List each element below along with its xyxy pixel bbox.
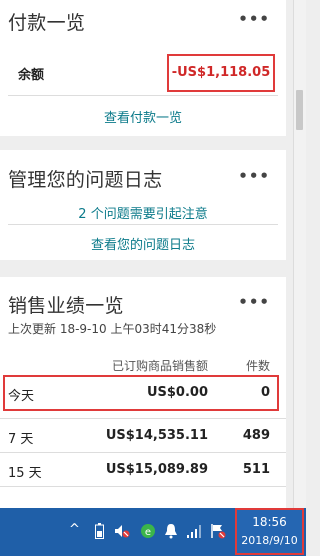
sales-title: 销售业绩一览 — [8, 295, 124, 317]
divider — [8, 224, 278, 225]
cases-card: 管理您的问题日志 ••• 2 个问题需要引起注意 查看您的问题日志 — [0, 150, 286, 260]
show-hidden-icons-icon[interactable]: ^ — [69, 522, 80, 537]
column-header-count: 件数 — [245, 359, 270, 373]
row-period: 7 天 — [8, 432, 34, 447]
row-amount: US$14,535.11 — [105, 428, 208, 443]
table-row: 15 天 US$15,089.89 511 — [0, 453, 286, 487]
row-amount: US$15,089.89 — [105, 462, 208, 477]
clock-date: 2018/9/10 — [241, 534, 298, 547]
row-count: 0 — [260, 385, 270, 400]
payments-card: 付款一览 ••• 余额 -US$1,118.05 查看付款一览 — [0, 0, 286, 136]
row-count: 511 — [242, 462, 270, 477]
row-amount: US$0.00 — [146, 385, 208, 400]
row-period: 15 天 — [8, 466, 42, 481]
last-updated: 上次更新 18-9-10 上午03时41分38秒 — [8, 322, 217, 336]
divider — [8, 95, 278, 96]
payments-title: 付款一览 — [8, 12, 86, 34]
green-app-icon[interactable]: e — [140, 523, 156, 543]
balance-value: -US$1,118.05 — [171, 65, 271, 80]
view-payments-link[interactable]: 查看付款一览 — [0, 107, 286, 126]
payments-more-icon[interactable]: ••• — [238, 10, 270, 28]
table-row: 今天 US$0.00 0 — [0, 376, 286, 410]
volume-muted-icon[interactable] — [114, 523, 130, 543]
balance-highlight: -US$1,118.05 — [167, 54, 275, 92]
flag-icon[interactable] — [210, 523, 226, 543]
row-period: 今天 — [8, 389, 35, 404]
clock[interactable]: 18:56 2018/9/10 — [235, 508, 304, 555]
table-row: 7 天 US$14,535.11 489 — [0, 419, 286, 453]
row-divider — [0, 486, 286, 487]
clock-time: 18:56 — [252, 515, 287, 529]
scrollbar-thumb[interactable] — [296, 90, 303, 130]
row-count: 489 — [242, 428, 270, 443]
bell-icon[interactable] — [164, 523, 178, 543]
scrollbar[interactable] — [293, 0, 306, 508]
signal-icon[interactable] — [186, 523, 202, 543]
sales-card: 销售业绩一览 ••• 上次更新 18-9-10 上午03时41分38秒 已订购商… — [0, 277, 286, 508]
taskbar: ^ e 18:56 2018/9/10 — [0, 508, 306, 556]
column-header-sales: 已订购商品销售额 — [111, 359, 208, 373]
battery-icon[interactable] — [95, 523, 104, 543]
balance-label: 余额 — [18, 68, 45, 83]
view-cases-link[interactable]: 查看您的问题日志 — [0, 234, 286, 253]
cases-title: 管理您的问题日志 — [8, 169, 163, 191]
cases-alert-link[interactable]: 2 个问题需要引起注意 — [0, 203, 286, 222]
svg-text:e: e — [145, 527, 151, 538]
cases-more-icon[interactable]: ••• — [238, 167, 270, 185]
sales-more-icon[interactable]: ••• — [238, 293, 270, 311]
